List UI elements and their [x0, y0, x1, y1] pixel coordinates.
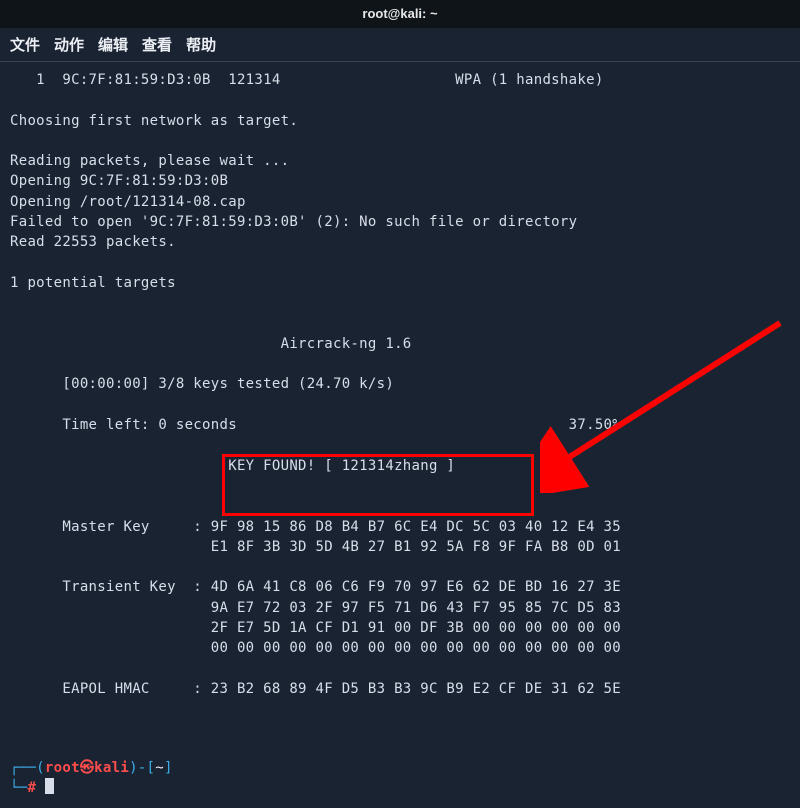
- output-line: 1 9C:7F:81:59:D3:0B 121314 WPA (1 handsh…: [10, 72, 604, 88]
- output-line-transient-key: 9A E7 72 03 2F 97 F5 71 D6 43 F7 95 85 7…: [10, 600, 621, 616]
- output-line-eapol-hmac: EAPOL HMAC : 23 B2 68 89 4F D5 B3 B3 9C …: [10, 681, 621, 697]
- output-line: Reading packets, please wait ...: [10, 153, 289, 169]
- menu-view[interactable]: 查看: [142, 34, 172, 55]
- output-line-master-key: Master Key : 9F 98 15 86 D8 B4 B7 6C E4 …: [10, 519, 621, 535]
- menubar: 文件 动作 编辑 查看 帮助: [0, 28, 800, 62]
- prompt-host: kali: [94, 760, 129, 776]
- output-line-transient-key: 00 00 00 00 00 00 00 00 00 00 00 00 00 0…: [10, 640, 621, 656]
- output-line: Read 22553 packets.: [10, 234, 176, 250]
- output-line-transient-key: 2F E7 5D 1A CF D1 91 00 DF 3B 00 00 00 0…: [10, 620, 621, 636]
- menu-edit[interactable]: 编辑: [98, 34, 128, 55]
- shell-prompt: ┌──(root㉿kali)-[~] └─#: [10, 738, 790, 799]
- prompt-at-icon: ㉿: [80, 760, 94, 776]
- output-line-time-left: Time left: 0 seconds 37.50%: [10, 417, 621, 433]
- output-line: Choosing first network as target.: [10, 113, 298, 129]
- terminal-output[interactable]: 1 9C:7F:81:59:D3:0B 121314 WPA (1 handsh…: [0, 62, 800, 808]
- output-line: Opening /root/121314-08.cap: [10, 194, 246, 210]
- output-line-master-key: E1 8F 3B 3D 5D 4B 27 B1 92 5A F8 9F FA B…: [10, 539, 621, 555]
- menu-file[interactable]: 文件: [10, 34, 40, 55]
- window-title: root@kali: ~: [362, 6, 437, 21]
- output-line-keys-tested: [00:00:00] 3/8 keys tested (24.70 k/s): [10, 376, 394, 392]
- menu-help[interactable]: 帮助: [186, 34, 216, 55]
- prompt-user: root: [45, 760, 80, 776]
- output-line-aircrack-header: Aircrack-ng 1.6: [10, 336, 412, 352]
- output-line: 1 potential targets: [10, 275, 176, 291]
- output-line: Failed to open '9C:7F:81:59:D3:0B' (2): …: [10, 214, 577, 230]
- prompt-bracket: )-[: [129, 760, 155, 776]
- output-line-transient-key: Transient Key : 4D 6A 41 C8 06 C6 F9 70 …: [10, 579, 621, 595]
- prompt-bracket: └─: [10, 780, 27, 796]
- output-line: Opening 9C:7F:81:59:D3:0B: [10, 173, 228, 189]
- menu-actions[interactable]: 动作: [54, 34, 84, 55]
- prompt-bracket: ]: [164, 760, 173, 776]
- prompt-bracket: ┌──(: [10, 760, 45, 776]
- output-line-key-found: KEY FOUND! [ 121314zhang ]: [10, 458, 455, 474]
- prompt-cwd: ~: [155, 760, 164, 776]
- prompt-hash: #: [27, 780, 36, 796]
- window-titlebar: root@kali: ~: [0, 0, 800, 28]
- terminal-cursor[interactable]: [45, 778, 54, 794]
